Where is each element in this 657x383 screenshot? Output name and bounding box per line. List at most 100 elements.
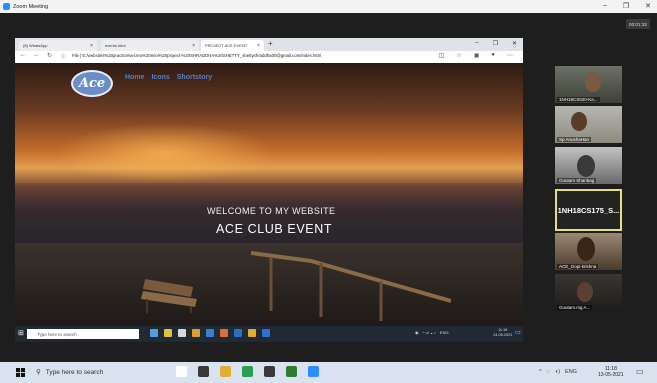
shared-search-box[interactable]: Type here to search: [27, 329, 139, 339]
back-icon[interactable]: ←: [20, 52, 26, 58]
participant-name: 1NH18CS520-Ka...: [557, 97, 600, 102]
favorite-star-icon[interactable]: ☆: [456, 52, 461, 59]
participant-video: [571, 112, 587, 131]
sunset-glow: [55, 123, 275, 183]
browser-maximize-button[interactable]: ❐: [493, 40, 498, 47]
shared-notification-icon[interactable]: ▭: [515, 329, 521, 336]
zoom-title-bar: Zoom Meeting – ❐ ✕: [0, 0, 657, 13]
participant-video: [585, 72, 601, 92]
tab-whatsapp[interactable]: (8) WhatsApp ×: [19, 40, 97, 51]
taskbar-app-icon[interactable]: [176, 366, 187, 377]
nav-home-link[interactable]: Home: [125, 74, 144, 81]
tab-close-icon[interactable]: ×: [257, 43, 260, 49]
shared-search-placeholder: Type here to search: [37, 331, 77, 337]
shared-system-tray: ◉ ^ ▭ ◒ ♪ ENG: [415, 330, 449, 335]
browser-close-button[interactable]: ✕: [512, 40, 517, 47]
taskbar-app-icon[interactable]: [198, 366, 209, 377]
start-icon[interactable]: ⊞: [18, 329, 24, 337]
notification-icon[interactable]: ▭: [636, 367, 644, 376]
windows-taskbar: ⚲ Type here to search ^ ◌ ◖) ENG 11:18 1…: [0, 362, 657, 383]
taskbar-app-icon[interactable]: [220, 366, 231, 377]
address-bar-icons: ◫ ☆ ▣ ● ⋯: [439, 52, 513, 59]
shared-taskbar-app-icon[interactable]: [234, 329, 242, 337]
participant-tile[interactable]: ACE_Gopi-krishna: [555, 233, 622, 270]
zoom-logo-icon: [3, 3, 10, 10]
new-tab-button[interactable]: +: [268, 39, 273, 48]
tab-label: (8) WhatsApp: [23, 43, 48, 48]
taskbar-app-icon[interactable]: [308, 366, 319, 377]
window-controls: – ❐ ✕: [603, 2, 651, 10]
url-field[interactable]: File | E:/websites%20practice/verzeo%20m…: [72, 53, 321, 58]
event-heading: ACE CLUB EVENT: [216, 222, 333, 236]
shared-taskbar-app-icon[interactable]: [248, 329, 256, 337]
search-placeholder: Type here to search: [45, 368, 104, 376]
tab-label: PROJECT ACE EVENT: [205, 43, 248, 48]
participant-tile[interactable]: Goutam.mg A...: [555, 274, 622, 311]
more-menu-icon[interactable]: ⋯: [507, 52, 513, 59]
nav-icons-link[interactable]: Icons: [151, 74, 169, 81]
tab-project-ace-event[interactable]: PROJECT ACE EVENT ×: [201, 40, 264, 51]
taskbar-app-icon[interactable]: [286, 366, 297, 377]
network-icon[interactable]: ◌: [547, 369, 550, 375]
language-indicator[interactable]: ENG: [565, 369, 577, 375]
taskbar-app-icon[interactable]: [264, 366, 275, 377]
shared-language: ENG: [439, 330, 449, 335]
participant-tile[interactable]: 1NH18CS520-Ka...: [555, 66, 622, 103]
shared-taskbar-app-icon[interactable]: [150, 329, 158, 337]
website-viewport: Ace Home Icons Shortstory WELCOME TO MY …: [15, 63, 523, 326]
read-aloud-icon[interactable]: ◫: [439, 52, 445, 59]
participant-tile[interactable]: Goutam Shanbag: [555, 147, 622, 184]
browser-minimize-button[interactable]: –: [475, 40, 478, 47]
taskbar-clock[interactable]: 11:18 13-05-2021: [598, 366, 624, 378]
taskbar-app-icon[interactable]: [242, 366, 253, 377]
windows-start-icon[interactable]: [16, 368, 25, 377]
collections-icon[interactable]: ▣: [474, 52, 480, 59]
tray-icons: ^ ▭ ◒ ♪: [422, 330, 436, 335]
shared-taskbar-app-icon[interactable]: [206, 329, 214, 337]
taskbar-search-box[interactable]: ⚲ Type here to search: [36, 368, 104, 377]
forward-icon[interactable]: →: [33, 52, 39, 58]
participant-name: Sp AnushaHan: [557, 137, 592, 142]
info-icon: ⓘ: [61, 54, 67, 60]
close-button[interactable]: ✕: [645, 2, 651, 10]
shared-clock: 11:18 13-05-2021: [493, 328, 512, 338]
participant-tile[interactable]: Sp AnushaHan: [555, 106, 622, 143]
shared-date: 13-05-2021: [493, 333, 513, 337]
nav-shortstory-link[interactable]: Shortstory: [177, 74, 212, 81]
taskbar-pinned-icons: [176, 366, 319, 377]
shared-taskbar-app-icon[interactable]: [262, 329, 270, 337]
shared-taskbar-app-icon[interactable]: [192, 329, 200, 337]
volume-icon[interactable]: ◖): [555, 369, 560, 375]
shared-taskbar: ⊞ Type here to search ◉ ^ ▭ ◒ ♪ ENG 11:1…: [15, 326, 523, 342]
ace-logo[interactable]: Ace: [71, 70, 113, 97]
meeting-timer: 00:01:32: [626, 19, 650, 29]
shared-taskbar-app-icon[interactable]: [164, 329, 172, 337]
browser-window-controls: – ❐ ✕: [475, 40, 517, 47]
profile-icon[interactable]: ●: [491, 52, 495, 59]
minimize-button[interactable]: –: [603, 2, 607, 10]
active-speaker-name: 1NH18CS175_S...: [557, 205, 620, 215]
shared-taskbar-app-icon[interactable]: [220, 329, 228, 337]
refresh-icon[interactable]: ↻: [47, 52, 52, 59]
shared-taskbar-icons: [150, 329, 270, 337]
shared-screen: (8) WhatsApp × events.html × PROJECT ACE…: [15, 38, 523, 342]
active-speaker-tile[interactable]: 1NH18CS175_S...: [555, 189, 622, 231]
browser-tab-bar: (8) WhatsApp × events.html × PROJECT ACE…: [15, 38, 523, 51]
welcome-heading: WELCOME TO MY WEBSITE: [207, 206, 336, 216]
site-navigation: Home Icons Shortstory: [125, 74, 212, 81]
tray-overflow-icon[interactable]: ^: [539, 369, 542, 375]
shared-taskbar-app-icon[interactable]: [178, 329, 186, 337]
tab-close-icon[interactable]: ×: [192, 43, 195, 49]
window-title: Zoom Meeting: [13, 3, 49, 10]
participant-name: ACE_Gopi-krishna: [557, 264, 599, 269]
chrome-tray-icon: ◉: [415, 330, 419, 335]
tab-close-icon[interactable]: ×: [90, 43, 93, 49]
participant-name: Goutam Shanbag: [557, 178, 597, 183]
tab-label: events.html: [105, 43, 126, 48]
participant-name: Goutam.mg A...: [557, 305, 593, 310]
bench-image: [141, 279, 197, 313]
participant-video: [577, 282, 593, 302]
participant-video: [577, 155, 595, 177]
maximize-button[interactable]: ❐: [623, 2, 629, 10]
tab-events[interactable]: events.html ×: [101, 40, 199, 51]
